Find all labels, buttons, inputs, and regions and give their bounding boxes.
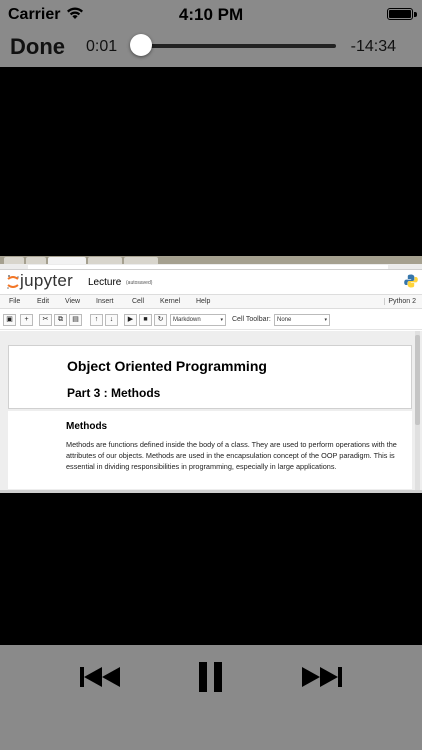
- markdown-cell[interactable]: Methods Methods are functions defined in…: [8, 411, 412, 489]
- run-icon[interactable]: ▶: [124, 314, 137, 326]
- pause-icon: [199, 662, 222, 692]
- menu-edit[interactable]: Edit: [37, 298, 49, 305]
- pause-button[interactable]: [197, 659, 225, 695]
- menu-file[interactable]: File: [9, 298, 20, 305]
- remaining-time: -14:34: [350, 38, 396, 55]
- scrubber-thumb[interactable]: [130, 34, 152, 56]
- notebook-content-area: Object Oriented Programming Part 3 : Met…: [0, 331, 422, 491]
- cell-toolbar-label: Cell Toolbar:: [232, 316, 271, 323]
- section-paragraph: Methods are functions defined inside the…: [66, 440, 397, 471]
- arrow-up-icon[interactable]: ↑: [90, 314, 103, 326]
- done-button[interactable]: Done: [10, 34, 65, 60]
- kernel-indicator: Python 2: [384, 298, 416, 305]
- restart-icon[interactable]: ↻: [154, 314, 167, 326]
- cut-icon[interactable]: ✂: [39, 314, 52, 326]
- arrow-down-icon[interactable]: ↓: [105, 314, 118, 326]
- section-heading: Methods: [66, 421, 108, 432]
- video-frame[interactable]: jupyter Lecture (autosaved) File Edit Vi…: [0, 256, 422, 493]
- jupyter-logo-icon: [7, 275, 19, 289]
- notebook-title: Object Oriented Programming: [67, 358, 267, 374]
- cell-type-select[interactable]: Markdown: [170, 314, 226, 326]
- jupyter-header: jupyter Lecture (autosaved): [0, 270, 422, 294]
- browser-tab-strip: [0, 256, 422, 264]
- paste-icon[interactable]: ▤: [69, 314, 82, 326]
- python-logo-icon: [404, 274, 418, 288]
- status-time: 4:10 PM: [178, 5, 244, 24]
- markdown-cell-selected[interactable]: Object Oriented Programming Part 3 : Met…: [8, 345, 412, 409]
- stop-icon[interactable]: ■: [139, 314, 152, 326]
- horizontal-scrollbar[interactable]: [0, 490, 422, 493]
- elapsed-time: 0:01: [86, 38, 118, 55]
- player-top-bar: Carrier 4:10 PM Done 0:01 -14:34: [0, 0, 422, 67]
- fast-forward-button[interactable]: [300, 659, 344, 695]
- fast-forward-icon: [302, 667, 342, 687]
- plus-icon[interactable]: +: [20, 314, 33, 326]
- menu-help[interactable]: Help: [196, 298, 210, 305]
- notebook-menu-bar: File Edit View Insert Cell Kernel Help P…: [0, 294, 422, 309]
- notebook-subtitle: Part 3 : Methods: [67, 386, 161, 400]
- menu-cell[interactable]: Cell: [132, 298, 144, 305]
- save-icon[interactable]: ▣: [3, 314, 16, 326]
- notebook-toolbar: ▣ + ✂ ⧉ ▤ ↑ ↓ ▶ ■ ↻ Markdown Cell Toolba…: [0, 310, 422, 330]
- rewind-icon: [80, 667, 120, 687]
- battery-icon: [387, 8, 417, 20]
- save-status: (autosaved): [126, 280, 153, 286]
- status-bar: Carrier 4:10 PM: [0, 0, 422, 28]
- jupyter-brand: jupyter: [20, 271, 74, 290]
- rewind-button[interactable]: [78, 659, 122, 695]
- player-controls-bar: [0, 645, 422, 750]
- notebook-name[interactable]: Lecture: [88, 277, 121, 288]
- menu-kernel[interactable]: Kernel: [160, 298, 180, 305]
- menu-view[interactable]: View: [65, 298, 80, 305]
- vertical-scrollbar-thumb[interactable]: [415, 335, 420, 425]
- copy-icon[interactable]: ⧉: [54, 314, 67, 326]
- cell-toolbar-select[interactable]: None: [274, 314, 330, 326]
- menu-insert[interactable]: Insert: [96, 298, 114, 305]
- scrubber-track[interactable]: [136, 44, 336, 48]
